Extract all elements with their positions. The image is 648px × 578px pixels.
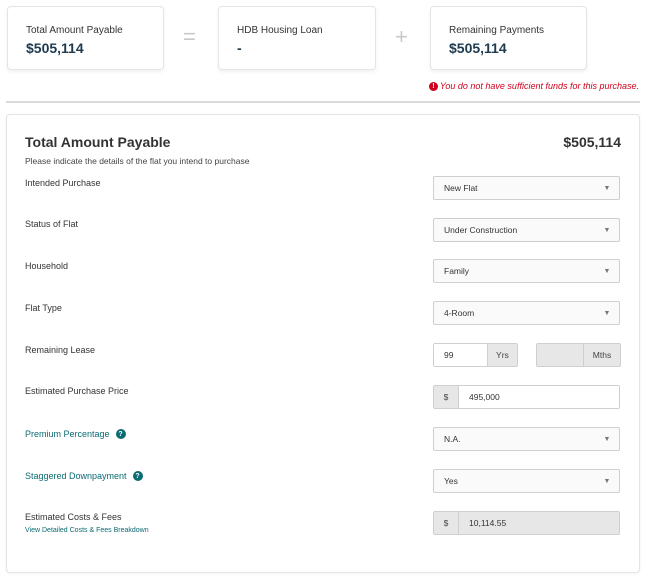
costs-fees-label: Estimated Costs & Fees — [25, 512, 122, 522]
premium-percentage-text: Premium Percentage — [25, 429, 110, 439]
lease-years-unit: Yrs — [486, 344, 517, 366]
divider — [6, 101, 640, 103]
help-icon[interactable]: ? — [115, 429, 126, 439]
remaining-payments-value: $505,114 — [449, 40, 507, 56]
chevron-down-icon: ▼ — [603, 477, 611, 485]
total-amount-label: Total Amount Payable — [26, 25, 123, 36]
chevron-down-icon: ▼ — [603, 309, 611, 317]
premium-percentage-label: Premium Percentage ? — [25, 429, 126, 439]
flat-type-value: 4-Room — [444, 308, 475, 318]
equals-icon: = — [183, 24, 196, 49]
housing-loan-card: HDB Housing Loan - — [218, 6, 376, 70]
household-select[interactable]: Family ▼ — [433, 259, 620, 283]
currency-prefix: $ — [434, 512, 459, 534]
costs-fees-field: $ 10,114.55 — [433, 511, 620, 535]
staggered-downpayment-value: Yes — [444, 476, 458, 486]
help-icon[interactable]: ? — [132, 471, 143, 481]
costs-breakdown-link[interactable]: View Detailed Costs & Fees Breakdown — [25, 527, 149, 534]
purchase-price-label: Estimated Purchase Price — [25, 386, 129, 396]
panel-amount: $505,114 — [563, 134, 621, 150]
chevron-down-icon: ▼ — [603, 184, 611, 192]
staggered-downpayment-select[interactable]: Yes ▼ — [433, 469, 620, 493]
lease-months-unit: Mths — [583, 344, 620, 366]
chevron-down-icon: ▼ — [603, 435, 611, 443]
intended-purchase-label: Intended Purchase — [25, 178, 101, 188]
premium-percentage-value: N.A. — [444, 434, 461, 444]
household-value: Family — [444, 266, 470, 276]
remaining-payments-label: Remaining Payments — [449, 25, 545, 36]
purchase-price-input[interactable]: 495,000 — [459, 386, 619, 408]
lease-years-group: 99 Yrs — [433, 343, 518, 367]
housing-loan-value: - — [237, 40, 242, 56]
costs-fees-value: 10,114.55 — [459, 512, 619, 534]
flat-status-select[interactable]: Under Construction ▼ — [433, 218, 620, 242]
lease-months-group: Mths — [536, 343, 621, 367]
exclamation-icon: ! — [428, 81, 438, 91]
chevron-down-icon: ▼ — [603, 267, 611, 275]
lease-years-input[interactable]: 99 — [434, 344, 487, 366]
premium-percentage-select[interactable]: N.A. ▼ — [433, 427, 620, 451]
flat-type-select[interactable]: 4-Room ▼ — [433, 301, 620, 325]
flat-type-label: Flat Type — [25, 303, 62, 313]
household-label: Household — [25, 261, 69, 271]
currency-prefix: $ — [434, 386, 459, 408]
remaining-payments-card: Remaining Payments $505,114 — [430, 6, 587, 70]
chevron-down-icon: ▼ — [603, 226, 611, 234]
housing-loan-label: HDB Housing Loan — [237, 25, 323, 36]
total-amount-value: $505,114 — [26, 40, 84, 56]
intended-purchase-value: New Flat — [444, 183, 478, 193]
flat-status-label: Status of Flat — [25, 219, 79, 229]
intended-purchase-select[interactable]: New Flat ▼ — [433, 176, 620, 200]
panel-title: Total Amount Payable — [25, 134, 171, 150]
remaining-lease-label: Remaining Lease — [25, 345, 96, 355]
panel-subtitle: Please indicate the details of the flat … — [25, 156, 250, 166]
staggered-downpayment-label: Staggered Downpayment ? — [25, 471, 143, 481]
insufficient-funds-warning: ! You do not have sufficient funds for t… — [428, 81, 639, 91]
lease-months-input[interactable] — [537, 344, 583, 366]
total-amount-card: Total Amount Payable $505,114 — [7, 6, 164, 70]
flat-status-value: Under Construction — [444, 225, 518, 235]
staggered-downpayment-text: Staggered Downpayment — [25, 471, 127, 481]
purchase-price-field[interactable]: $ 495,000 — [433, 385, 620, 409]
warning-text: You do not have sufficient funds for thi… — [439, 81, 639, 91]
plus-icon: + — [395, 24, 408, 49]
